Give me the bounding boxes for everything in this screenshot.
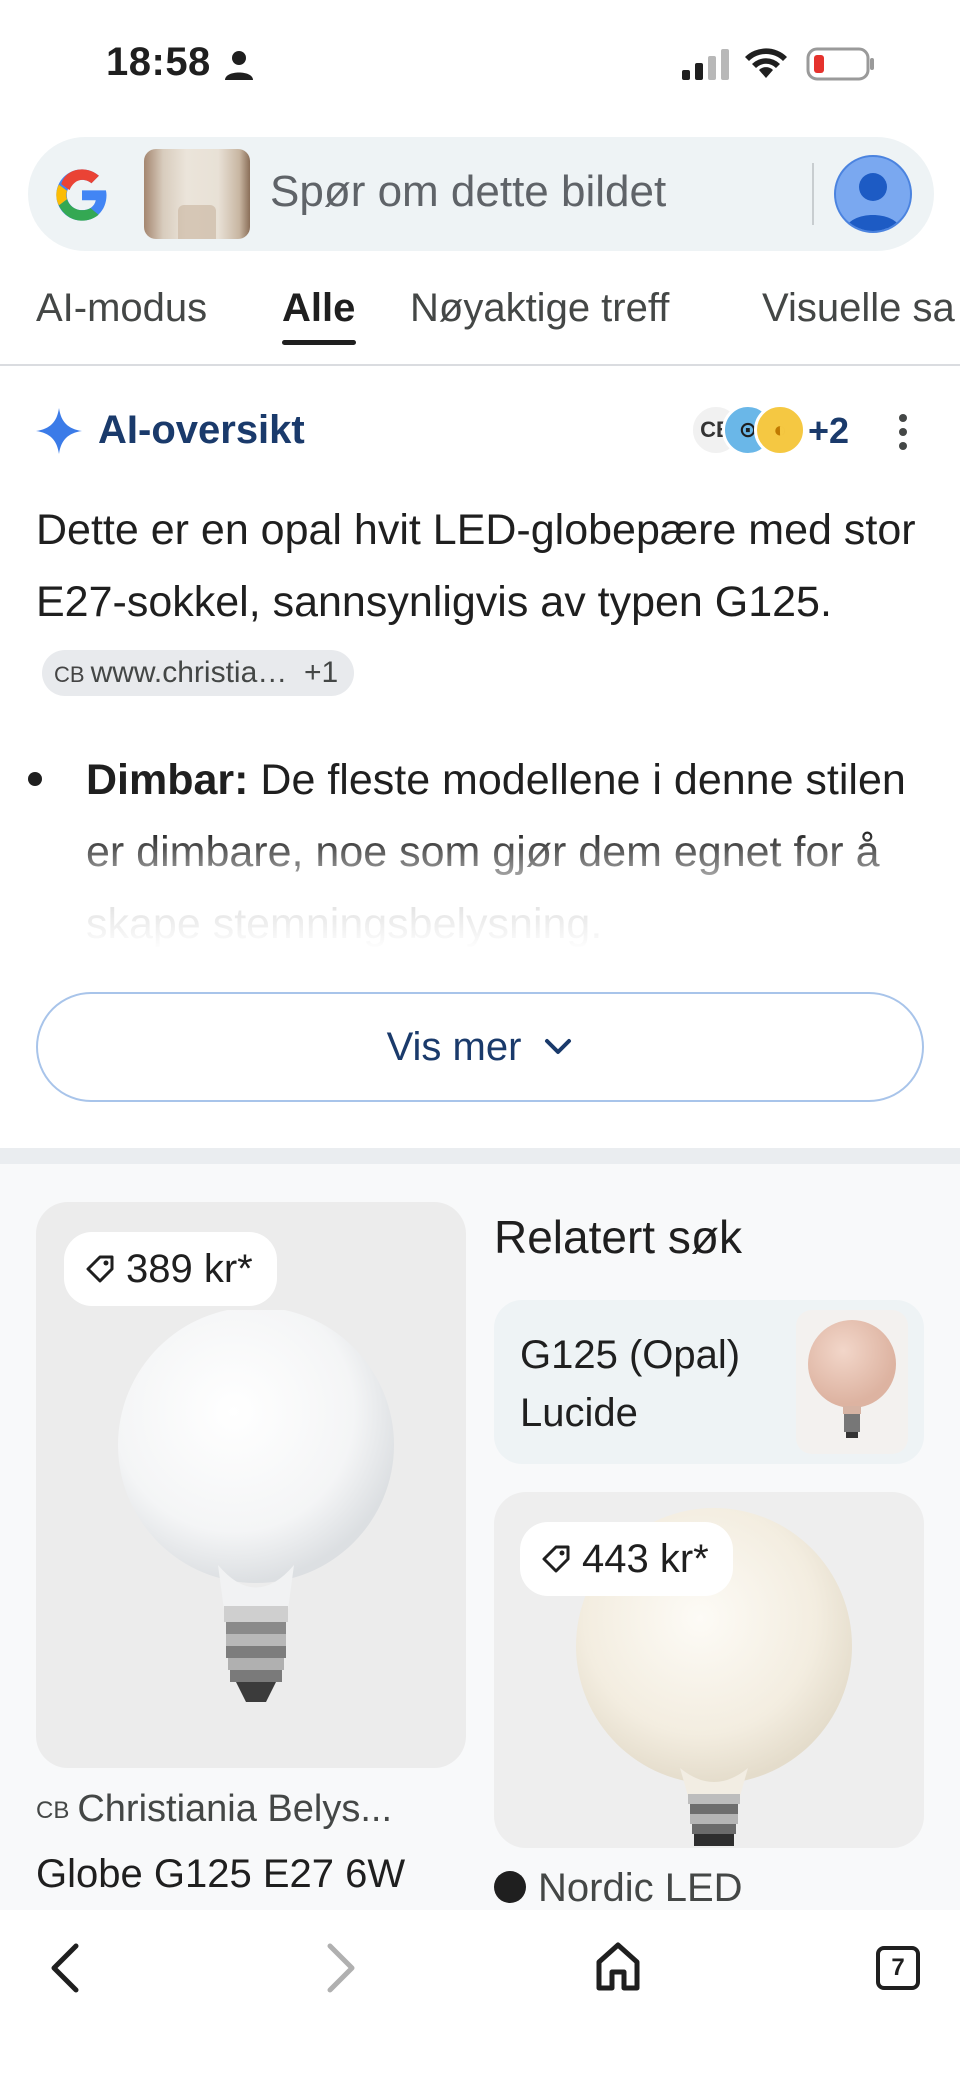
price-badge: 389 kr* <box>64 1232 277 1306</box>
search-bar[interactable]: Spør om dette bildet <box>28 137 934 251</box>
status-bar: 18:58 <box>0 0 960 128</box>
tab-visual-matches[interactable]: Visuelle sa <box>762 286 955 331</box>
section-separator <box>0 1148 960 1164</box>
related-search-label: G125 (Opal) Lucide <box>520 1333 741 1435</box>
back-arrow-icon[interactable] <box>44 1940 84 1996</box>
sources-more-count[interactable]: +2 <box>808 410 849 452</box>
tab-switcher-button[interactable]: 7 <box>876 1946 920 1990</box>
product-title[interactable]: Globe G125 E27 6W <box>36 1852 405 1897</box>
account-avatar-icon[interactable] <box>834 155 912 233</box>
ai-overview-title: AI-oversikt <box>98 408 305 452</box>
product-source[interactable]: CB Christiania Belys... <box>36 1788 392 1831</box>
forward-arrow-icon[interactable] <box>322 1940 362 1996</box>
product-card[interactable]: 389 kr* <box>36 1202 466 1768</box>
search-divider <box>812 163 814 225</box>
status-time: 18:58 <box>106 40 211 84</box>
christiania-logo-icon: CB <box>54 661 85 687</box>
query-image-thumbnail[interactable] <box>144 149 250 239</box>
price-badge: 443 kr* <box>520 1522 733 1596</box>
nordic-led-logo-icon <box>494 1871 526 1904</box>
product-source[interactable]: Nordic LED <box>494 1866 743 1911</box>
source-chip-count: +1 <box>303 655 339 689</box>
show-more-label: Vis mer <box>386 1024 522 1069</box>
search-tabs: AI-modus Alle Nøyaktige treff Visuelle s… <box>0 262 960 366</box>
more-options-icon[interactable] <box>896 412 910 452</box>
globe-bulb-image <box>118 1310 394 1702</box>
text-fade-overlay <box>0 830 960 950</box>
ai-overview-text: Dette er en opal hvit LED-globepære med … <box>36 494 936 710</box>
product-card[interactable]: 443 kr* <box>494 1492 924 1848</box>
battery-low-icon <box>806 47 874 81</box>
source-yellow-icon: ◐ <box>754 404 806 456</box>
price-value: 443 kr* <box>582 1536 709 1581</box>
google-g-icon <box>56 169 107 221</box>
tab-all[interactable]: Alle <box>282 286 355 331</box>
tab-ai-mode[interactable]: AI-modus <box>36 286 207 331</box>
home-icon[interactable] <box>594 1940 642 1992</box>
related-search-heading: Relatert søk <box>494 1211 742 1263</box>
show-more-button[interactable]: Vis mer <box>36 992 924 1102</box>
tab-exact-matches[interactable]: Nøyaktige treff <box>410 286 669 331</box>
price-tag-icon <box>542 1545 570 1573</box>
price-tag-icon <box>86 1255 114 1283</box>
ai-overview-paragraph: Dette er en opal hvit LED-globepære med … <box>36 506 916 626</box>
search-input[interactable]: Spør om dette bildet <box>270 167 666 217</box>
related-search-thumbnail <box>796 1310 908 1454</box>
related-search-item[interactable]: G125 (Opal) Lucide <box>494 1300 924 1464</box>
bottom-navigation: 7 <box>0 1910 960 2081</box>
bullet-marker <box>28 772 42 786</box>
product-source-label: Christiania Belys... <box>77 1788 393 1830</box>
price-value: 389 kr* <box>126 1246 253 1291</box>
ai-sparkle-icon <box>36 408 82 454</box>
christiania-logo-icon: CB <box>36 1796 70 1824</box>
source-chip-label: www.christia… <box>90 655 288 689</box>
product-source-label: Nordic LED <box>538 1866 743 1910</box>
source-chip[interactable]: CB www.christia… +1 <box>42 649 355 696</box>
wifi-icon <box>745 48 787 78</box>
bullet-bold-label: Dimbar: <box>86 756 249 804</box>
chevron-down-icon <box>545 1039 572 1054</box>
person-icon <box>225 51 253 80</box>
active-tab-indicator <box>282 340 356 345</box>
cellular-signal-icon <box>682 49 729 80</box>
source-icons[interactable]: CB ⊙ ◐ <box>690 404 808 456</box>
